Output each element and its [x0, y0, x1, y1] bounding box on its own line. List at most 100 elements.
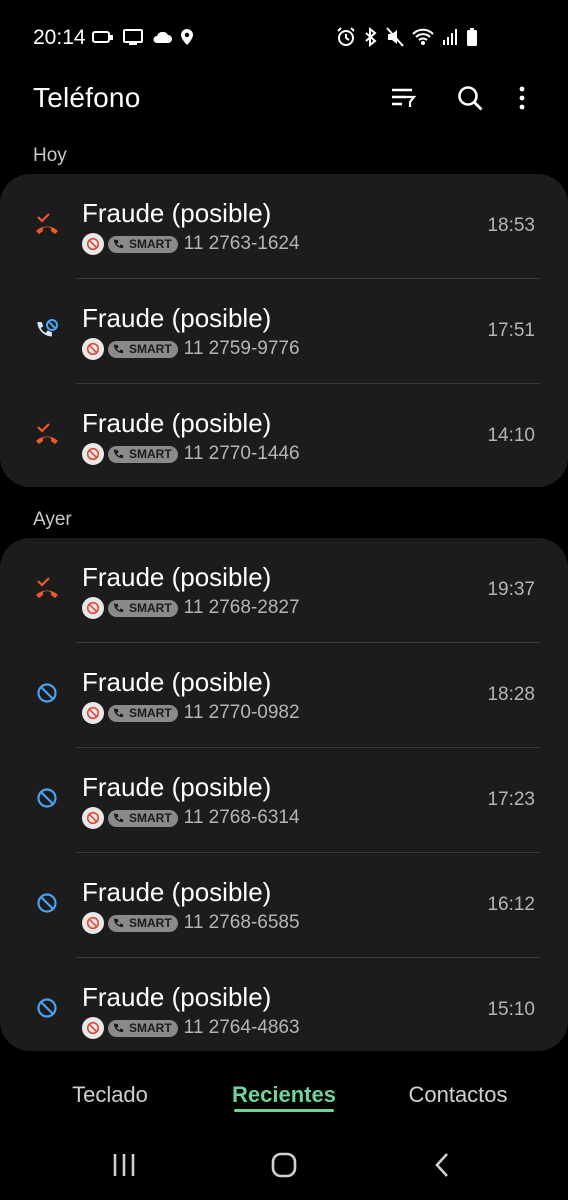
smart-tag: SMART: [108, 809, 178, 827]
call-time: 15:10: [487, 999, 535, 1020]
block-badge-icon: [82, 702, 104, 724]
smart-tag: SMART: [108, 235, 178, 253]
phone-number: 11 2759-9776: [183, 338, 300, 359]
block-badge-icon: [82, 1017, 104, 1039]
cloud-icon: [152, 29, 172, 45]
phone-icon: [113, 602, 124, 612]
block-badge-icon: [82, 912, 104, 934]
call-time: 18:53: [487, 215, 535, 236]
section-label-today: Hoy: [33, 145, 67, 166]
filter-icon[interactable]: [389, 84, 419, 114]
blocked-call-icon: [34, 316, 60, 342]
call-details: SMART 11 2763-1624: [82, 233, 300, 255]
tab-recents[interactable]: Recientes: [224, 1082, 344, 1108]
calls-card-yesterday: Fraude (posible) SMART 11 2768-2827 19:3…: [0, 538, 568, 1051]
status-bar: 20:14: [0, 0, 568, 72]
call-time: 19:37: [487, 579, 535, 600]
call-row[interactable]: Fraude (posible) SMART 11 2768-2827 19:3…: [0, 538, 568, 643]
call-row[interactable]: Fraude (posible) SMART 11 2770-0982 18:2…: [0, 643, 568, 748]
blocked-icon: [34, 890, 60, 916]
caller-name: Fraude (posible): [82, 198, 272, 228]
bluetooth-icon: [364, 27, 378, 47]
call-row[interactable]: Fraude (posible) SMART 11 2770-1446 14:1…: [0, 384, 568, 487]
alarm-icon: [336, 27, 356, 47]
phone-number: 11 2770-1446: [183, 443, 300, 464]
call-details: SMART 11 2768-2827: [82, 597, 300, 619]
block-badge-icon: [82, 338, 104, 360]
missed-icon: [34, 575, 60, 601]
caller-name: Fraude (posible): [82, 772, 272, 802]
status-time: 20:14: [33, 26, 86, 49]
caller-name: Fraude (posible): [82, 877, 272, 907]
phone-icon: [113, 238, 124, 248]
phone-number: 11 2764-4863: [183, 1017, 300, 1038]
phone-icon: [113, 343, 124, 353]
call-details: SMART 11 2768-6314: [82, 807, 300, 829]
block-badge-icon: [82, 233, 104, 255]
recent-apps-icon[interactable]: [112, 1152, 136, 1178]
caller-name: Fraude (posible): [82, 408, 272, 438]
call-row[interactable]: Fraude (posible) SMART 11 2763-1624 18:5…: [0, 174, 568, 279]
phone-number: 11 2770-0982: [183, 702, 300, 723]
phone-icon: [113, 1022, 124, 1032]
smart-tag: SMART: [108, 340, 178, 358]
blocked-icon: [34, 680, 60, 706]
phone-number: 11 2763-1624: [183, 233, 300, 254]
notification-icon: [92, 28, 114, 46]
bottom-tabs: Teclado Recientes Contactos: [0, 1060, 568, 1130]
tab-contacts[interactable]: Contactos: [393, 1082, 523, 1108]
mute-icon: [386, 27, 404, 47]
system-navigation: [0, 1135, 568, 1200]
smart-tag: SMART: [108, 1019, 178, 1037]
call-details: SMART 11 2768-6585: [82, 912, 300, 934]
blocked-icon: [34, 785, 60, 811]
call-details: SMART 11 2770-1446: [82, 443, 300, 465]
call-details: SMART 11 2770-0982: [82, 702, 300, 724]
call-time: 17:23: [487, 789, 535, 810]
phone-icon: [113, 812, 124, 822]
section-label-yesterday: Ayer: [33, 509, 72, 530]
phone-icon: [113, 917, 124, 927]
caller-name: Fraude (posible): [82, 982, 272, 1012]
search-icon[interactable]: [456, 84, 486, 114]
smart-tag: SMART: [108, 445, 178, 463]
call-row[interactable]: Fraude (posible) SMART 11 2764-4863 15:1…: [0, 958, 568, 1051]
blocked-icon: [34, 995, 60, 1021]
call-time: 17:51: [487, 320, 535, 341]
smart-tag: SMART: [108, 704, 178, 722]
caller-name: Fraude (posible): [82, 303, 272, 333]
caller-name: Fraude (posible): [82, 667, 272, 697]
phone-number: 11 2768-6314: [183, 807, 300, 828]
signal-icon: [442, 28, 458, 46]
smart-tag: SMART: [108, 599, 178, 617]
smart-tag: SMART: [108, 914, 178, 932]
call-row[interactable]: Fraude (posible) SMART 11 2759-9776 17:5…: [0, 279, 568, 384]
more-icon[interactable]: [510, 84, 540, 114]
battery-icon: [466, 27, 478, 47]
tab-keypad[interactable]: Teclado: [50, 1082, 170, 1108]
phone-number: 11 2768-2827: [183, 597, 300, 618]
status-right-icons: [336, 26, 478, 48]
call-row[interactable]: Fraude (posible) SMART 11 2768-6314 17:2…: [0, 748, 568, 853]
home-icon[interactable]: [270, 1152, 298, 1178]
block-badge-icon: [82, 807, 104, 829]
screen-cast-icon: [122, 28, 144, 46]
call-details: SMART 11 2764-4863: [82, 1017, 300, 1039]
phone-icon: [113, 448, 124, 458]
phone-icon: [113, 707, 124, 717]
call-time: 14:10: [487, 425, 535, 446]
back-icon[interactable]: [432, 1152, 452, 1178]
page-title: Teléfono: [33, 82, 141, 113]
location-icon: [180, 28, 194, 46]
call-time: 16:12: [487, 894, 535, 915]
phone-number: 11 2768-6585: [183, 912, 300, 933]
call-details: SMART 11 2759-9776: [82, 338, 300, 360]
status-left-icons: [92, 26, 194, 48]
caller-name: Fraude (posible): [82, 562, 272, 592]
call-row[interactable]: Fraude (posible) SMART 11 2768-6585 16:1…: [0, 853, 568, 958]
missed-icon: [34, 211, 60, 237]
active-tab-indicator: [234, 1109, 334, 1112]
wifi-icon: [412, 28, 434, 46]
block-badge-icon: [82, 597, 104, 619]
missed-icon: [34, 421, 60, 447]
